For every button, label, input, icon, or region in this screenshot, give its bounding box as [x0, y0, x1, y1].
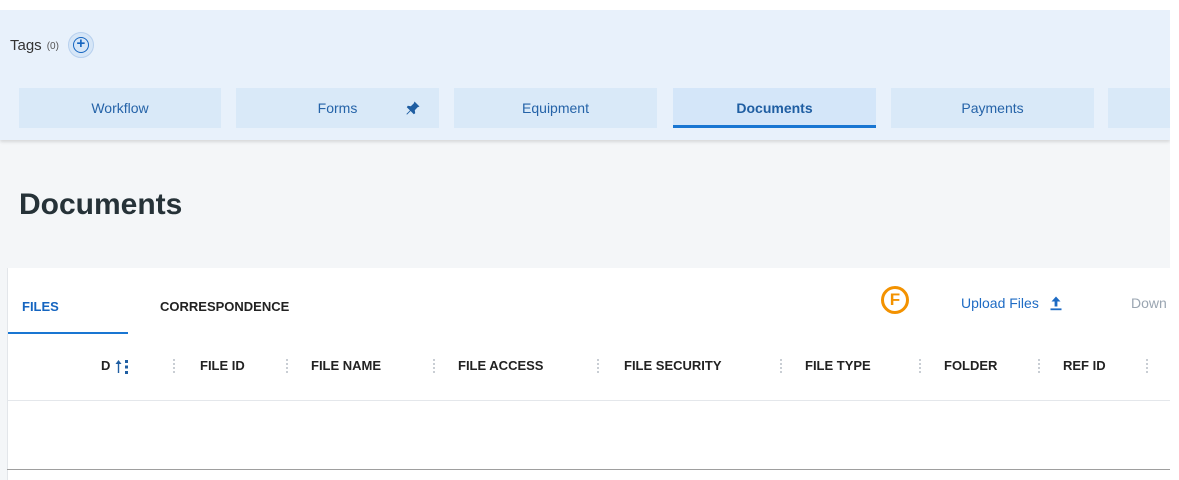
upload-arrow-icon [1050, 296, 1062, 311]
main-panel: Tags (0) + Workflow Forms Equipment Docu… [0, 10, 1170, 480]
upload-files-label: Upload Files [961, 295, 1039, 311]
files-grid-header: D FILE ID FILE NAME FILE ACCESS FILE SEC… [8, 334, 1170, 401]
tab-correspondence[interactable]: CORRESPONDENCE [160, 299, 289, 314]
column-separator[interactable] [780, 359, 782, 373]
column-separator[interactable] [1146, 359, 1148, 373]
tab-label: Documents [736, 100, 813, 116]
tab-label: Equipment [522, 100, 589, 116]
column-header-file-name[interactable]: FILE NAME [311, 358, 381, 373]
tab-label: Payments [961, 100, 1024, 116]
tab-payments[interactable]: Payments [891, 88, 1094, 128]
tab-label: Workflow [91, 100, 149, 116]
tab-documents[interactable]: Documents [673, 88, 876, 128]
sort-ascending-icon[interactable] [114, 358, 132, 376]
tab-overflow[interactable] [1108, 88, 1170, 128]
column-header-file-id[interactable]: FILE ID [200, 358, 245, 373]
tab-forms[interactable]: Forms [236, 88, 439, 128]
column-header-date[interactable]: D [101, 358, 110, 373]
tab-files-label: FILES [22, 299, 59, 314]
column-header-file-security[interactable]: FILE SECURITY [624, 358, 722, 373]
column-separator[interactable] [919, 359, 921, 373]
column-separator[interactable] [597, 359, 599, 373]
column-header-file-type[interactable]: FILE TYPE [805, 358, 871, 373]
tab-files[interactable]: FILES [8, 268, 128, 334]
column-separator[interactable] [1038, 359, 1040, 373]
documents-card: FILES CORRESPONDENCE F Upload Files Down… [7, 268, 1170, 480]
tags-label: Tags [10, 36, 42, 54]
plus-circle-icon: + [72, 36, 89, 53]
column-separator[interactable] [173, 359, 175, 373]
tags-count: (0) [46, 40, 59, 52]
f-badge-icon: F [881, 286, 909, 314]
column-header-file-access[interactable]: FILE ACCESS [458, 358, 543, 373]
upload-files-button[interactable]: Upload Files [961, 295, 1064, 311]
tab-equipment[interactable]: Equipment [454, 88, 657, 128]
column-header-folder[interactable]: FOLDER [944, 358, 997, 373]
grid-bottom-border [7, 469, 1170, 470]
column-separator[interactable] [286, 359, 288, 373]
column-header-ref-id[interactable]: REF ID [1063, 358, 1106, 373]
record-header: Tags (0) + Workflow Forms Equipment Docu… [0, 10, 1170, 140]
tab-workflow[interactable]: Workflow [19, 88, 221, 128]
page-title: Documents [19, 188, 183, 221]
tab-label: Forms [317, 100, 358, 116]
tags-row: Tags (0) + [10, 32, 94, 58]
add-tag-button[interactable]: + [67, 32, 94, 58]
pin-icon[interactable] [405, 100, 421, 116]
download-button[interactable]: Down [1131, 295, 1167, 311]
column-separator[interactable] [433, 359, 435, 373]
